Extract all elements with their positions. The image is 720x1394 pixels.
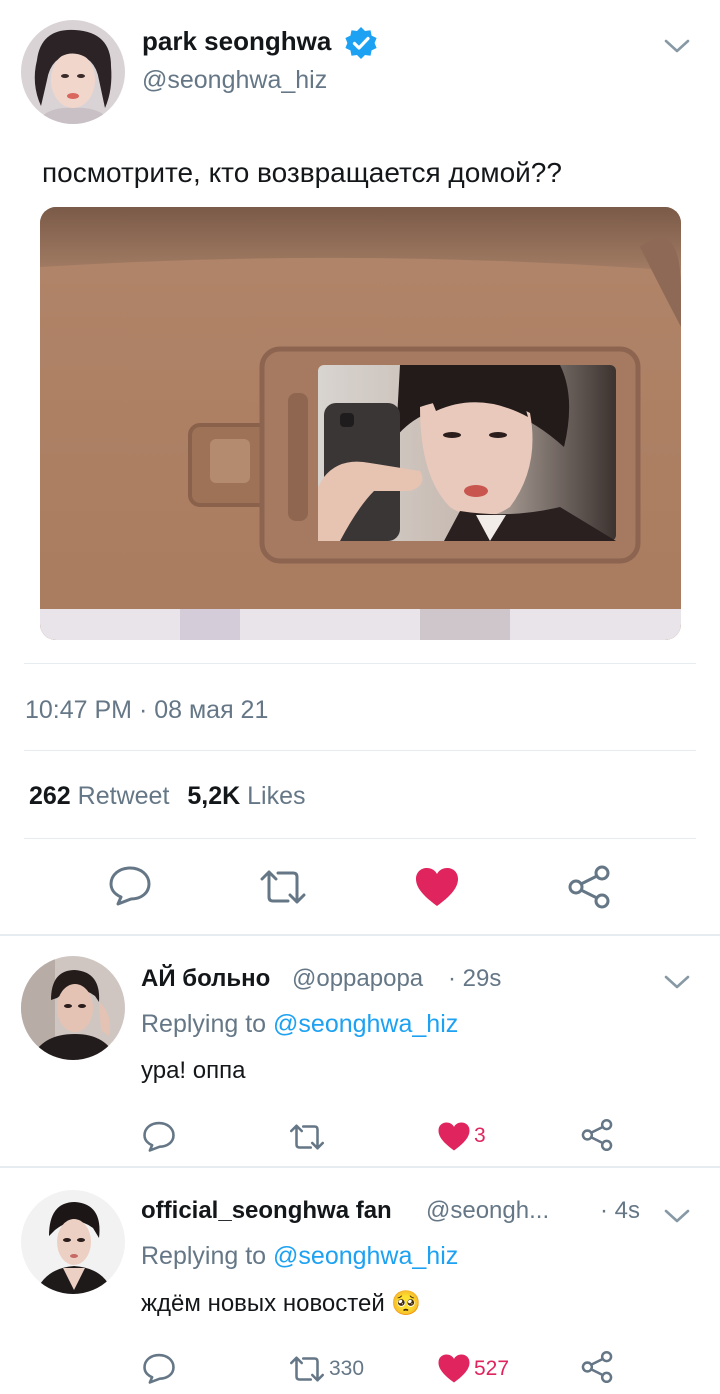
replying-to: Replying to @seonghwa_hiz: [141, 1010, 458, 1039]
like-count: 3: [474, 1124, 486, 1147]
reply-author-name[interactable]: official_seonghwa fan: [141, 1197, 392, 1225]
replying-prefix: Replying to: [141, 1242, 267, 1270]
heart-icon[interactable]: [437, 1121, 471, 1157]
divider: [24, 750, 696, 751]
replying-to-handle-link[interactable]: @seonghwa_hiz: [273, 1242, 458, 1270]
retweet-icon[interactable]: [288, 1122, 326, 1157]
reply-icon[interactable]: [107, 864, 153, 911]
tweet-photo[interactable]: [40, 207, 681, 640]
retweet-count: 330: [329, 1357, 365, 1380]
reply-time[interactable]: · 29s: [448, 965, 501, 993]
share-icon[interactable]: [580, 1350, 614, 1389]
author-avatar[interactable]: [21, 20, 125, 124]
chevron-down-icon[interactable]: [662, 36, 692, 56]
retweet-count[interactable]: 262: [29, 782, 71, 810]
heart-icon[interactable]: [414, 866, 460, 913]
divider: [24, 838, 696, 839]
tweet-text: посмотрите, кто возвращается домой??: [42, 157, 562, 188]
reply-tweet[interactable]: official_seonghwa fan @seongh... · 4s Re…: [0, 1168, 720, 1394]
verified-badge-icon: [344, 26, 378, 60]
replying-to: Replying to @seonghwa_hiz: [141, 1242, 458, 1271]
tweet-timestamp[interactable]: 10:47 PM · 08 мая 21: [25, 696, 268, 725]
reply-tweet[interactable]: АЙ больно @oppapopa · 29s Replying to @s…: [0, 936, 720, 1166]
reply-author-name[interactable]: АЙ больно: [141, 965, 270, 993]
replying-prefix: Replying to: [141, 1010, 267, 1038]
divider: [24, 663, 696, 664]
author-name[interactable]: park seonghwa: [142, 26, 331, 57]
retweet-icon[interactable]: [288, 1354, 326, 1389]
avatar[interactable]: [21, 1190, 125, 1294]
reply-author-handle[interactable]: @seongh...: [426, 1197, 549, 1225]
main-tweet: park seonghwa @seonghwa_hiz посмотрите, …: [0, 0, 720, 935]
author-handle[interactable]: @seonghwa_hiz: [142, 66, 327, 95]
share-icon[interactable]: [566, 864, 612, 915]
avatar[interactable]: [21, 956, 125, 1060]
chevron-down-icon[interactable]: [662, 972, 692, 992]
like-count: 527: [474, 1357, 510, 1380]
retweet-icon[interactable]: [258, 867, 308, 912]
chevron-down-icon[interactable]: [662, 1206, 692, 1226]
like-label[interactable]: Likes: [247, 782, 305, 810]
like-count[interactable]: 5,2K: [187, 782, 240, 810]
share-icon[interactable]: [580, 1118, 614, 1157]
engagement-stats: 262 Retweet 5,2K Likes: [29, 782, 306, 811]
heart-icon[interactable]: [437, 1353, 471, 1389]
reply-icon[interactable]: [141, 1120, 177, 1157]
reply-text: ждём новых новостей 🥺: [141, 1290, 422, 1317]
reply-author-handle[interactable]: @oppapopa: [292, 965, 423, 993]
reply-time[interactable]: · 4s: [600, 1197, 640, 1225]
replying-to-handle-link[interactable]: @seonghwa_hiz: [273, 1010, 458, 1038]
reply-icon[interactable]: [141, 1352, 177, 1389]
reply-text: ура! оппа: [141, 1057, 246, 1084]
retweet-label[interactable]: Retweet: [78, 782, 170, 810]
